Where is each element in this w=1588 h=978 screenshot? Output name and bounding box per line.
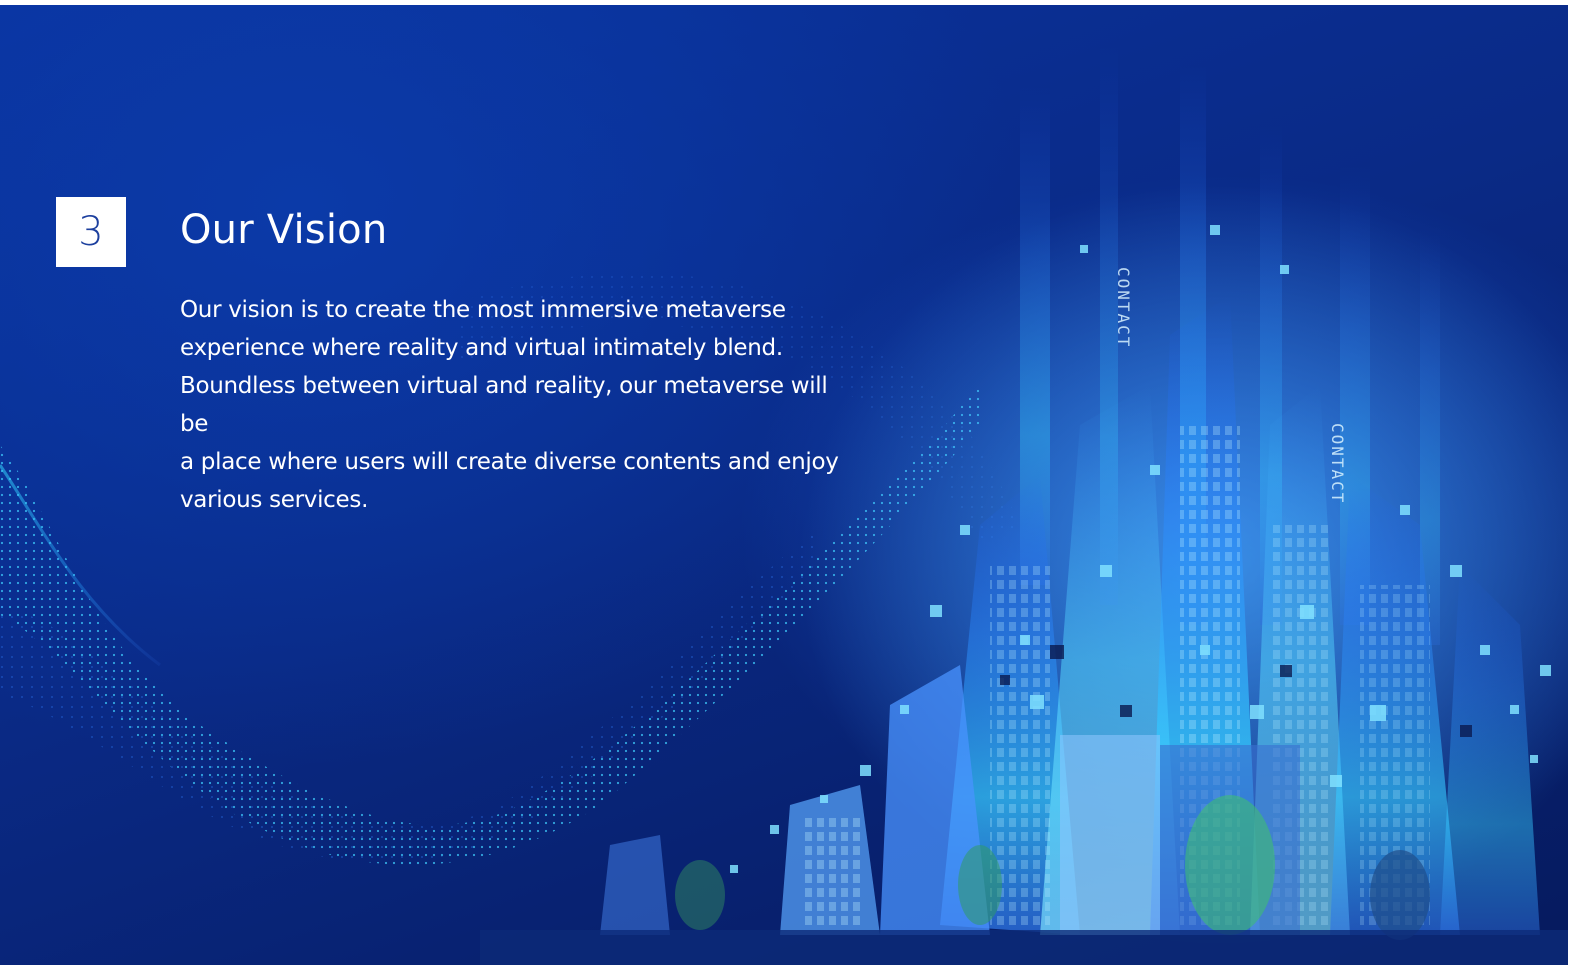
section-number: 3	[78, 209, 104, 255]
sign-text-left: CONTACT	[1114, 267, 1133, 348]
slide-title: Our Vision	[180, 207, 388, 253]
sign-text-right: CONTACT	[1328, 423, 1347, 504]
slide: CONTACT CONTACT 3 Our Vision Our vision …	[0, 5, 1568, 965]
vision-description: Our vision is to create the most immersi…	[180, 291, 860, 519]
description-line: Our vision is to create the most immersi…	[180, 297, 786, 323]
description-line: Boundless between virtual and reality, o…	[180, 373, 828, 437]
section-number-badge: 3	[56, 197, 126, 267]
description-line: a place where users will create diverse …	[180, 449, 839, 475]
description-line: experience where reality and virtual int…	[180, 335, 783, 361]
description-line: various services.	[180, 487, 369, 513]
